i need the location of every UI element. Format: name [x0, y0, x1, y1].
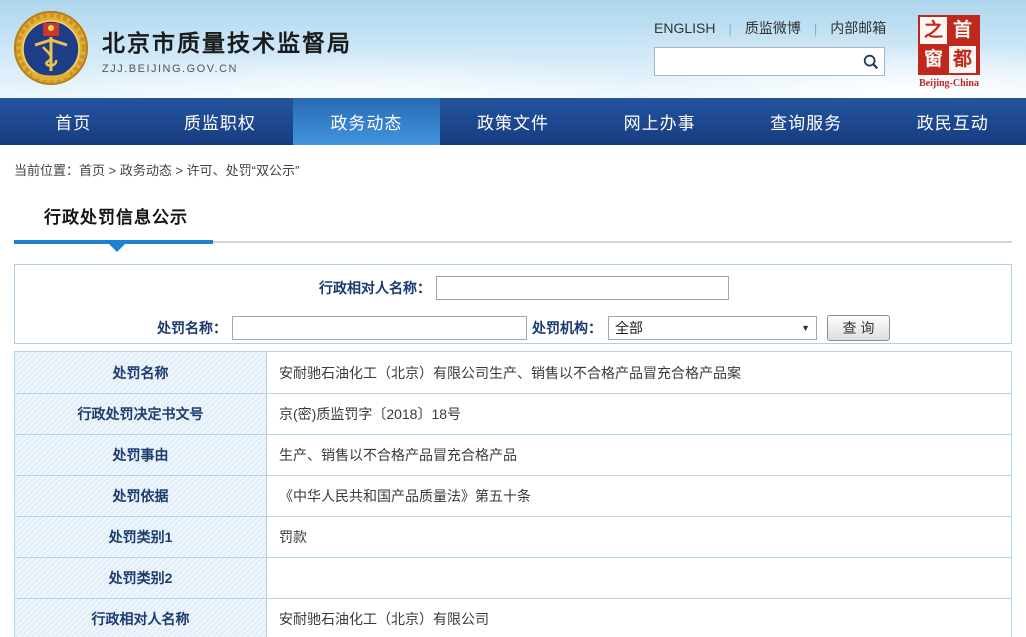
table-row: 处罚依据《中华人民共和国产品质量法》第五十条 — [15, 475, 1011, 516]
agency-label: 处罚机构： — [532, 316, 602, 340]
row-value: 罚款 — [267, 517, 1011, 557]
search-icon[interactable] — [858, 53, 884, 71]
main-nav: 首页质监职权政务动态政策文件网上办事查询服务政民互动 — [0, 98, 1026, 145]
row-label: 处罚事由 — [15, 435, 267, 475]
site-name: 北京市质量技术监督局 — [102, 24, 352, 58]
table-row: 处罚类别2 — [15, 557, 1011, 598]
row-value — [267, 558, 1011, 598]
query-button[interactable]: 查 询 — [827, 315, 890, 341]
penalty-name-input[interactable] — [232, 316, 527, 340]
row-label: 处罚类别1 — [15, 517, 267, 557]
site-header: 北京市质量技术监督局 ZJJ.BEIJING.GOV.CN ENGLISH | 质监… — [0, 0, 1026, 98]
table-row: 行政处罚决定书文号京(密)质监罚字〔2018〕18号 — [15, 393, 1011, 434]
title-underline — [14, 240, 1012, 252]
chevron-down-icon: ▼ — [801, 323, 810, 333]
row-value: 生产、销售以不合格产品冒充合格产品 — [267, 435, 1011, 475]
row-label: 行政处罚决定书文号 — [15, 394, 267, 434]
link-separator: | — [814, 21, 817, 36]
page-title: 行政处罚信息公示 — [44, 203, 1012, 228]
top-link[interactable]: 内部邮箱 — [830, 18, 886, 38]
seal-char: 首 — [949, 17, 976, 44]
nav-item[interactable]: 质监职权 — [147, 98, 294, 145]
top-links: ENGLISH | 质监微博 | 内部邮箱 — [654, 18, 886, 38]
site-url: ZJJ.BEIJING.GOV.CN — [102, 63, 352, 75]
table-row: 行政相对人名称安耐驰石油化工（北京）有限公司 — [15, 598, 1011, 637]
penalty-detail-table: 处罚名称安耐驰石油化工（北京）有限公司生产、销售以不合格产品冒充合格产品案行政处… — [14, 351, 1012, 637]
agency-selected-value: 全部 — [615, 318, 801, 338]
row-value: 安耐驰石油化工（北京）有限公司生产、销售以不合格产品冒充合格产品案 — [267, 352, 1011, 393]
breadcrumb: 当前位置：首页 > 政务动态 > 许可、处罚“双公示” — [0, 145, 1026, 179]
seal-grid: 之首窗都 — [918, 15, 980, 75]
seal-char: 都 — [949, 46, 976, 73]
nav-item[interactable]: 政策文件 — [440, 98, 587, 145]
penalty-search-form: 行政相对人名称： 处罚名称： 处罚机构： 全部 ▼ 查 询 — [14, 264, 1012, 344]
agency-select[interactable]: 全部 ▼ — [608, 316, 817, 340]
nav-item[interactable]: 政民互动 — [879, 98, 1026, 145]
row-value: 《中华人民共和国产品质量法》第五十条 — [267, 476, 1011, 516]
nav-item[interactable]: 查询服务 — [733, 98, 880, 145]
table-row: 处罚名称安耐驰石油化工（北京）有限公司生产、销售以不合格产品冒充合格产品案 — [15, 352, 1011, 393]
nav-item[interactable]: 首页 — [0, 98, 147, 145]
underline-arrow — [109, 244, 125, 252]
bureau-emblem — [12, 7, 90, 89]
seal-caption: Beijing-China — [916, 78, 982, 89]
top-link[interactable]: ENGLISH — [654, 20, 715, 36]
row-label: 处罚名称 — [15, 352, 267, 393]
party-name-input[interactable] — [436, 276, 729, 300]
penalty-name-label: 处罚名称： — [15, 316, 227, 340]
capital-window-seal[interactable]: 之首窗都 Beijing-China — [916, 15, 982, 89]
section-head: 行政处罚信息公示 — [14, 179, 1012, 252]
row-label: 行政相对人名称 — [15, 599, 267, 637]
table-row: 处罚类别1罚款 — [15, 516, 1011, 557]
table-row: 处罚事由生产、销售以不合格产品冒充合格产品 — [15, 434, 1011, 475]
header-search-input[interactable] — [655, 48, 858, 75]
row-label: 处罚依据 — [15, 476, 267, 516]
site-identity: 北京市质量技术监督局 ZJJ.BEIJING.GOV.CN — [102, 24, 352, 75]
header-search-box — [654, 47, 885, 76]
row-label: 处罚类别2 — [15, 558, 267, 598]
row-value: 安耐驰石油化工（北京）有限公司 — [267, 599, 1011, 637]
seal-char: 之 — [920, 17, 947, 44]
party-name-label: 行政相对人名称： — [15, 276, 431, 300]
nav-item-active[interactable]: 政务动态 — [293, 98, 440, 145]
top-link[interactable]: 质监微博 — [745, 18, 801, 38]
link-separator: | — [728, 21, 731, 36]
nav-item[interactable]: 网上办事 — [586, 98, 733, 145]
seal-char: 窗 — [920, 46, 947, 73]
row-value: 京(密)质监罚字〔2018〕18号 — [267, 394, 1011, 434]
